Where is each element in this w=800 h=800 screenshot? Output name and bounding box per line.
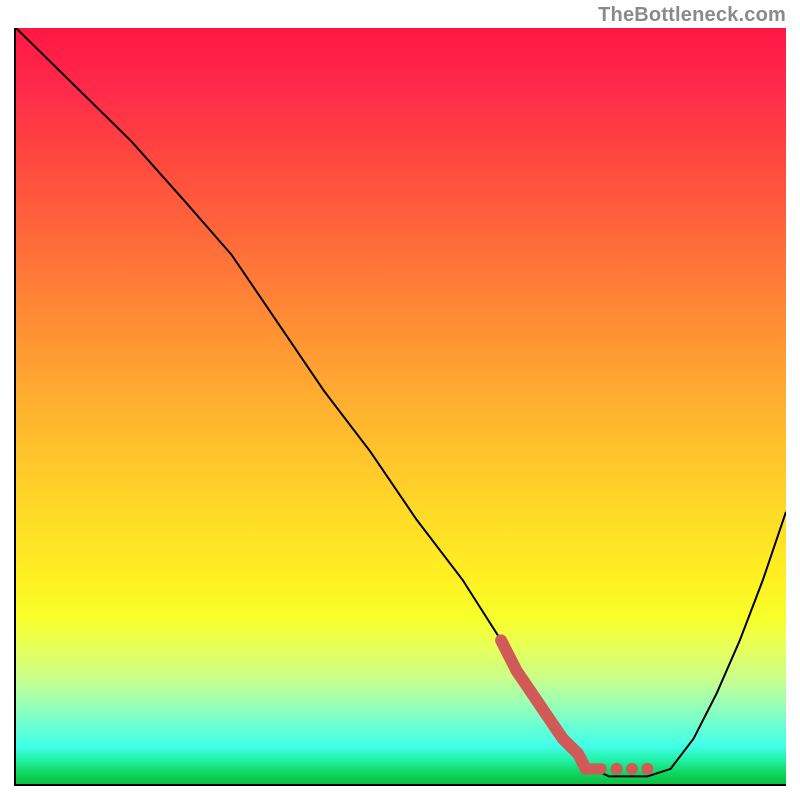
curve-overlay — [16, 28, 786, 784]
recommended-range-dot — [611, 763, 623, 775]
watermark-text: TheBottleneck.com — [598, 4, 786, 27]
bottleneck-curve — [16, 28, 786, 776]
recommended-range-dot — [626, 763, 638, 775]
plot-area — [14, 28, 786, 786]
chart-frame: TheBottleneck.com — [0, 0, 800, 800]
recommended-range-dot — [641, 763, 653, 775]
recommended-range-markers — [501, 640, 653, 775]
recommended-range-stroke — [501, 640, 586, 769]
